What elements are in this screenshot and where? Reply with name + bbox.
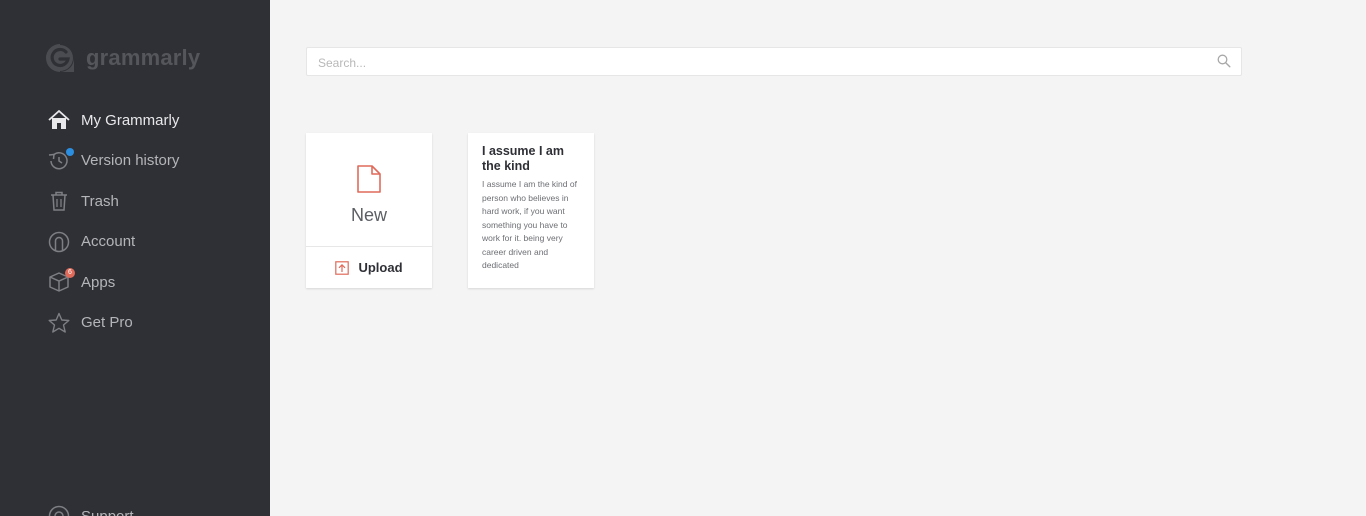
upload-icon [335,260,350,275]
sidebar-item-account[interactable]: Account [0,222,270,263]
grammarly-logo[interactable]: grammarly [44,42,200,74]
account-icon [47,230,71,254]
new-document-button[interactable]: New [306,133,432,246]
sidebar-item-apps[interactable]: 6 Apps [0,262,270,303]
sidebar-item-label: Account [81,233,136,251]
sidebar-item-label: Get Pro [81,314,133,332]
sidebar: grammarly My Grammarly Version history T… [0,0,270,516]
sidebar-item-trash[interactable]: Trash [0,181,270,222]
document-card[interactable]: I assume I am the kind I assume I am the… [468,133,594,288]
sidebar-item-label: Trash [81,192,119,210]
home-icon [47,108,71,132]
new-document-icon [357,165,381,193]
upload-label: Upload [358,260,403,275]
grammarly-logo-icon [46,44,74,72]
sidebar-item-support[interactable]: Support [47,504,134,516]
apps-badge: 6 [65,268,75,279]
document-title: I assume I am the kind [482,144,564,173]
upload-button[interactable]: Upload [306,247,432,288]
sidebar-item-label: My Grammarly [81,111,180,129]
sidebar-item-get-pro[interactable]: Get Pro [0,303,270,344]
sidebar-item-my-grammarly[interactable]: My Grammarly [0,100,270,141]
document-preview: I assume I am the kind of person who bel… [482,179,577,270]
sidebar-item-version-history[interactable]: Version history [0,141,270,182]
notification-dot [66,147,74,156]
sidebar-nav: My Grammarly Version history Trash Accou… [0,100,270,343]
apps-icon: 6 [47,268,75,294]
sidebar-item-label: Support [81,507,134,516]
sidebar-item-label: Apps [81,273,116,291]
search-input[interactable] [316,53,1200,73]
search-bar [306,47,1242,76]
history-icon [47,147,74,173]
support-icon [47,504,71,516]
star-icon [47,311,71,335]
sidebar-item-label: Version history [81,152,180,170]
new-label: New [350,205,387,225]
new-document-card: New Upload [306,133,432,288]
logo-text: grammarly [86,45,201,70]
trash-icon [47,189,71,213]
search-icon[interactable] [1217,54,1231,68]
